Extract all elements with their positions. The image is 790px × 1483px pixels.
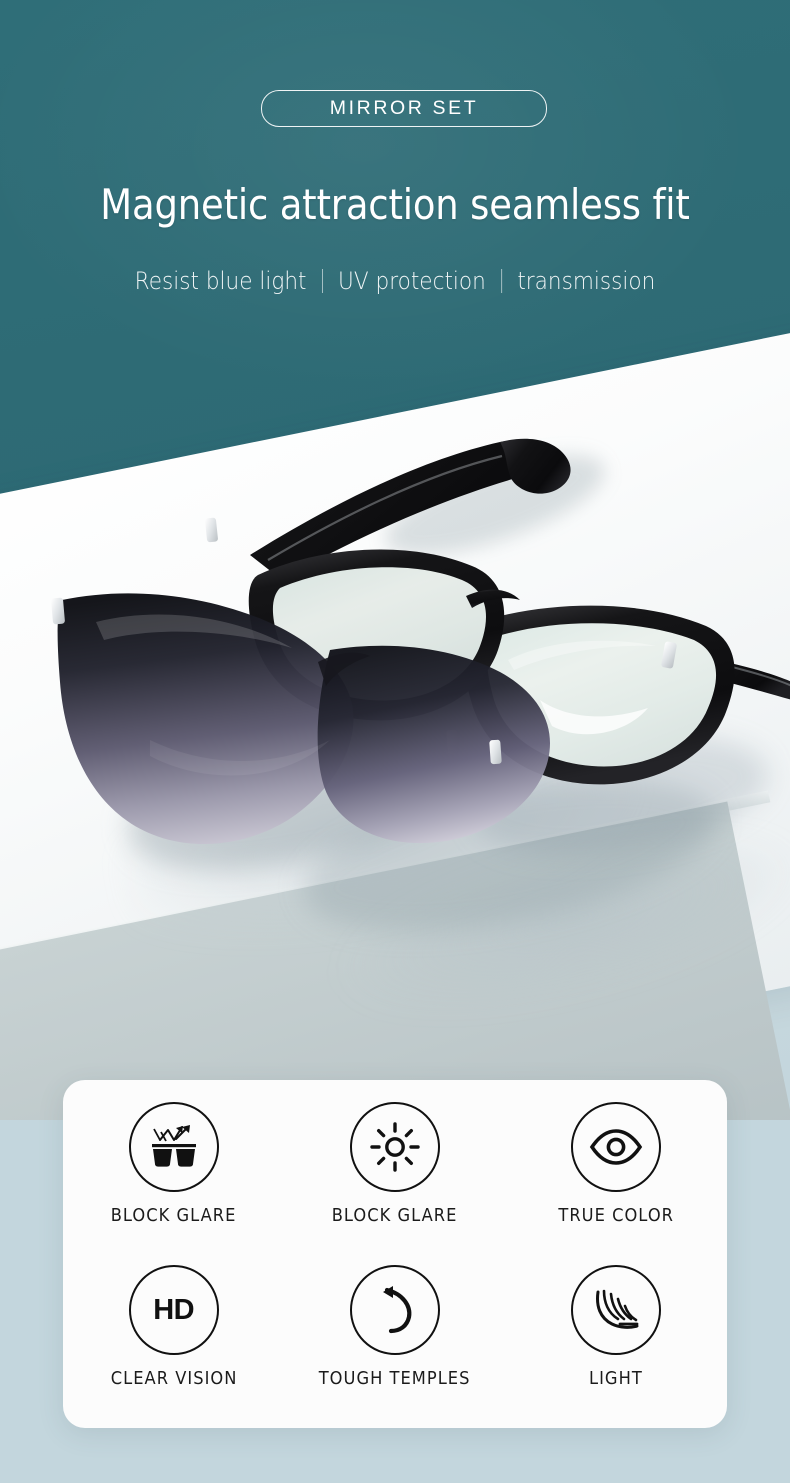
feature-true-color[interactable]: TRUE COLOR [506, 1102, 727, 1265]
feature-block-glare-reflect[interactable]: BLOCK GLARE [63, 1102, 284, 1265]
product-photo-scene [0, 0, 790, 1120]
feature-label: TOUGH TEMPLES [319, 1369, 471, 1389]
mirror-set-badge: MIRROR SET [261, 90, 547, 127]
feature-label: LIGHT [589, 1369, 644, 1389]
badge-label: MIRROR SET [329, 97, 479, 119]
feature-label: TRUE COLOR [558, 1206, 675, 1226]
subtitle-row: Resist blue light UV protection transmis… [40, 267, 751, 295]
hd-badge-icon: HD [128, 1265, 219, 1355]
subtitle-separator-2 [501, 269, 503, 293]
subtitle-part-3: transmission [517, 267, 656, 295]
feature-row-1: BLOCK GLARE BLOCK GLARE TRUE COLOR [63, 1102, 727, 1265]
feature-clear-vision[interactable]: HD CLEAR VISION [63, 1265, 284, 1428]
feature-label: BLOCK GLARE [110, 1206, 237, 1226]
rotate-arrow-icon [349, 1265, 440, 1355]
subtitle-separator-1 [321, 269, 323, 293]
eyeglasses-product-image [51, 438, 790, 844]
feature-card: BLOCK GLARE BLOCK GLARE TRUE COLOR HD CL… [63, 1080, 727, 1428]
sunglasses-glare-icon [128, 1102, 219, 1192]
subtitle-part-2: UV protection [338, 267, 486, 295]
subtitle-part-1: Resist blue light [134, 267, 307, 295]
page-title: Magnetic attraction seamless fit [100, 180, 690, 229]
sun-brightness-icon [349, 1102, 440, 1192]
feature-label: CLEAR VISION [110, 1369, 237, 1389]
feature-light[interactable]: LIGHT [506, 1265, 727, 1428]
feather-icon [571, 1265, 662, 1355]
feature-label: BLOCK GLARE [332, 1206, 458, 1226]
hd-label: HD [153, 1293, 195, 1326]
feature-block-glare-sun[interactable]: BLOCK GLARE [284, 1102, 505, 1265]
eye-icon [571, 1102, 662, 1192]
feature-tough-temples[interactable]: TOUGH TEMPLES [284, 1265, 505, 1428]
feature-row-2: HD CLEAR VISION TOUGH TEMPLES LIGHT [63, 1265, 727, 1428]
product-banner: MIRROR SET Magnetic attraction seamless … [0, 0, 790, 1483]
